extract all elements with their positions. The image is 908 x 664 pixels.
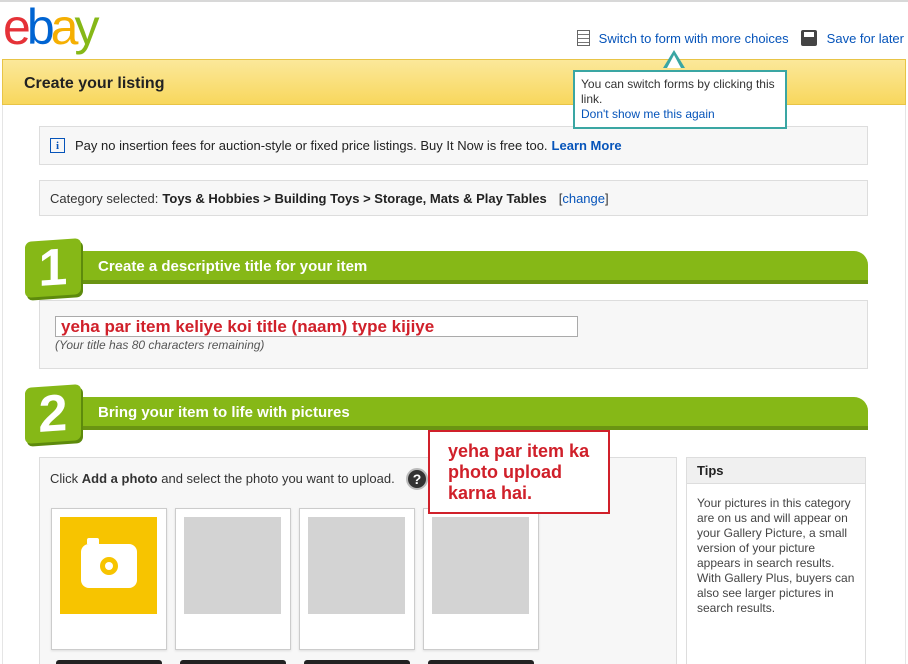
change-bracket-close: ] [605,190,609,206]
dont-show-again-link[interactable]: Don't show me this again [581,107,779,122]
logo-letter-y: y [74,0,99,55]
step2-number-badge: 2 [25,384,81,444]
logo-letter-e: e [3,0,31,55]
category-label: Category selected: [50,190,159,206]
add-photo-button[interactable] [60,517,157,614]
tips-heading: Tips [687,458,865,484]
logo-letter-b: b [26,0,55,55]
tips-body: Your pictures in this category are on us… [697,496,855,615]
photo-slot[interactable] [423,508,539,650]
photo-instructions: Click Add a photo and select the photo y… [50,471,395,486]
top-links: Switch to form with more choices Save fo… [576,30,904,46]
title-char-hint: (Your title has 80 characters remaining) [55,338,265,352]
form-icon [576,30,590,46]
logo-letter-a: a [50,0,79,55]
info-text: Pay no insertion fees for auction-style … [75,138,548,153]
photo-slot-edge [56,660,162,664]
change-category-link[interactable]: change [562,191,605,206]
switch-form-link[interactable]: Switch to form with more choices [599,31,789,46]
camera-icon [80,537,137,588]
step1-number-badge: 1 [25,238,81,298]
instr-prefix: Click [50,471,79,486]
instr-add-photo: Add a photo [81,471,158,486]
photo-slot-edge [180,660,286,664]
step1-title: Create a descriptive title for your item [98,258,368,275]
step2-title: Bring your item to life with pictures [98,404,350,421]
photo-placeholder [308,517,405,614]
info-icon: i [50,138,65,153]
camera-lens [96,553,121,578]
page-title: Create your listing [24,75,165,92]
photo-slot[interactable] [299,508,415,650]
photo-slot-edge [428,660,534,664]
ebay-logo[interactable]: ebay [3,0,99,55]
save-later-link[interactable]: Save for later [827,31,904,46]
tips-box: Tips Your pictures in this category are … [686,457,866,664]
instr-suffix: and select the photo you want to upload. [161,471,395,486]
title-input[interactable]: yeha par item keliye koi title (naam) ty… [55,316,578,337]
annotation-note: yeha par item ka photo upload karna hai. [428,430,610,514]
photo-placeholder [432,517,529,614]
tooltip-text: You can switch forms by clicking this li… [581,77,775,106]
photo-slot-edge [304,660,410,664]
category-path: Toys & Hobbies > Building Toys > Storage… [162,190,547,206]
photo-placeholder [184,517,281,614]
photo-slot[interactable] [175,508,291,650]
help-icon[interactable]: ? [406,468,428,490]
category-change: [change] [559,191,609,206]
switch-form-tooltip: You can switch forms by clicking this li… [573,70,787,129]
learn-more-link[interactable]: Learn More [552,138,622,153]
photo-slot-add[interactable] [51,508,167,650]
tooltip-arrow-inner [667,55,681,68]
category-box: Category selected: Toys & Hobbies > Buil… [39,180,868,216]
floppy-disk-icon [800,30,817,46]
top-rule [0,0,908,2]
insertion-fee-notice: i Pay no insertion fees for auction-styl… [39,126,868,165]
step1-bar-shadow [60,280,868,284]
